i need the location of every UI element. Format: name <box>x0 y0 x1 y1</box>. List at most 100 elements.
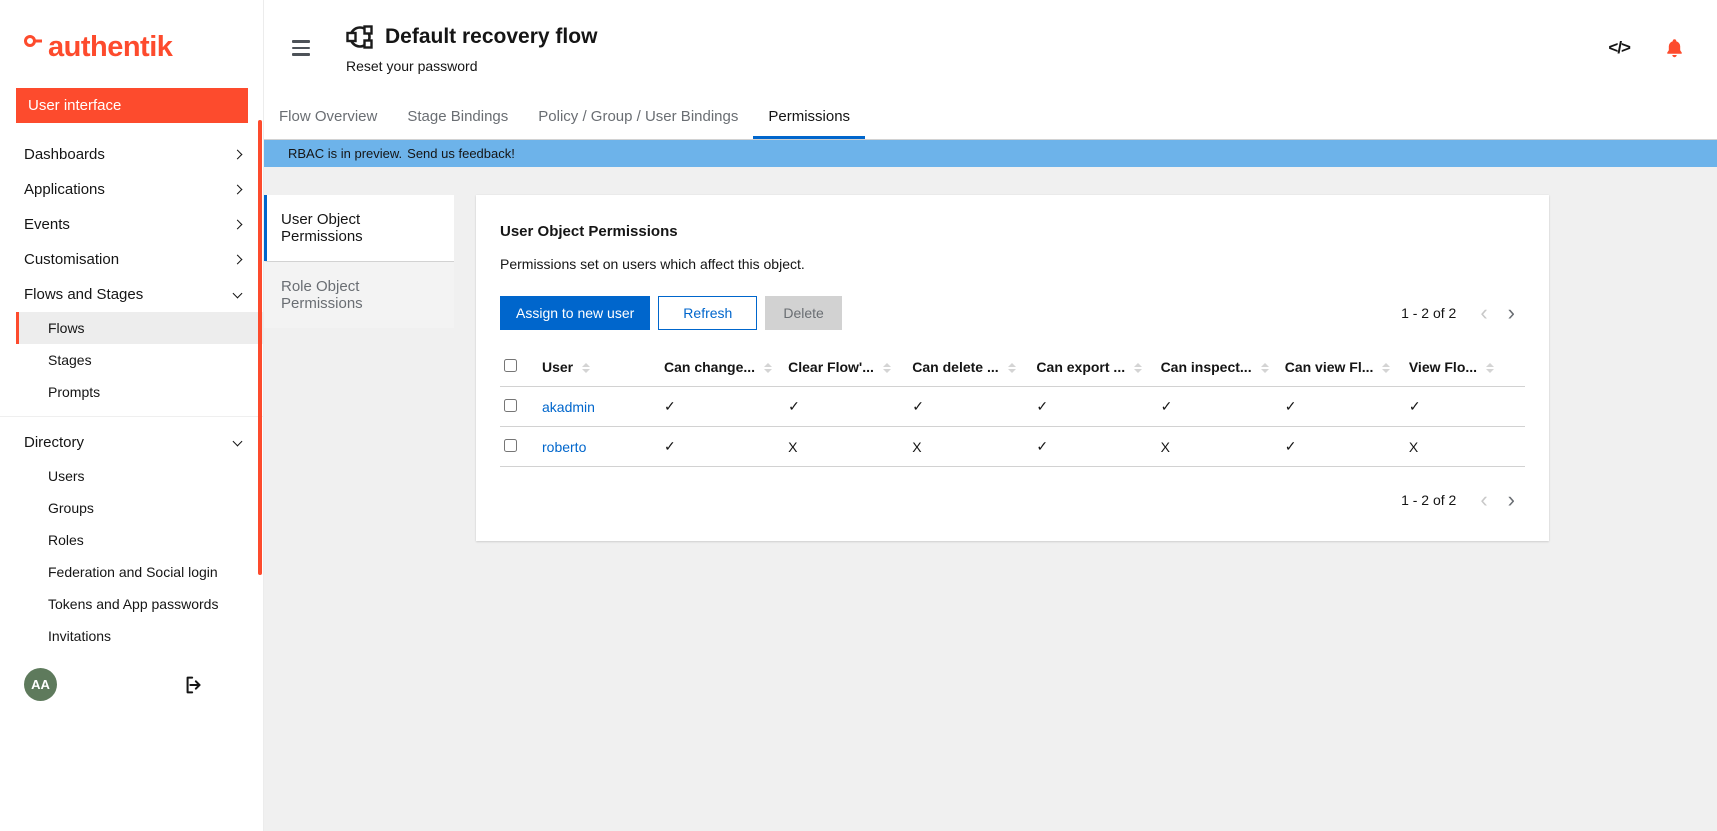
permission-value: X <box>1401 427 1525 467</box>
pagination-next-button[interactable]: › <box>1498 489 1525 511</box>
notification-bell-icon[interactable] <box>1664 37 1685 59</box>
column-header-clear-flow[interactable]: Clear Flow'... <box>780 348 904 387</box>
hamburger-menu-button[interactable] <box>288 34 314 62</box>
permission-value: ✓ <box>656 427 780 467</box>
sidebar-item-customisation[interactable]: Customisation <box>0 242 263 277</box>
sign-out-icon[interactable] <box>183 674 205 696</box>
user-interface-button[interactable]: User interface <box>16 88 248 123</box>
column-header-can-export[interactable]: Can export ... <box>1028 348 1152 387</box>
permission-value: ✓ <box>656 387 780 427</box>
pagination-bottom: 1 - 2 of 2 ‹ › <box>1401 489 1525 511</box>
sidebar-item-federation-social-login[interactable]: Federation and Social login <box>16 556 263 588</box>
refresh-button[interactable]: Refresh <box>658 296 757 330</box>
sidebar-subitem-label: Roles <box>48 532 84 548</box>
page-tabs: Flow Overview Stage Bindings Policy / Gr… <box>264 96 1717 140</box>
column-header-can-delete[interactable]: Can delete ... <box>904 348 1028 387</box>
sidebar-item-label: Customisation <box>24 251 119 268</box>
top-bar: Default recovery flow Reset your passwor… <box>264 0 1717 96</box>
sort-icon[interactable] <box>1486 363 1494 373</box>
sidebar-item-stages[interactable]: Stages <box>16 344 263 376</box>
sort-icon[interactable] <box>1261 363 1269 373</box>
pagination-label: 1 - 2 of 2 <box>1401 305 1456 321</box>
sidebar-subitem-label: Tokens and App passwords <box>48 596 218 612</box>
brand-logo-text: authentik <box>48 31 172 64</box>
chevron-right-icon <box>233 150 243 160</box>
permission-value: ✓ <box>1153 387 1277 427</box>
sidebar-scrollbar[interactable] <box>258 120 262 575</box>
sort-icon[interactable] <box>1134 363 1142 373</box>
sidebar-item-roles[interactable]: Roles <box>16 524 263 556</box>
permission-value: ✓ <box>1028 427 1152 467</box>
sort-icon[interactable] <box>883 363 891 373</box>
avatar[interactable]: AA <box>24 668 57 701</box>
authentik-logo-icon <box>22 32 46 62</box>
tab-policy-group-user-bindings[interactable]: Policy / Group / User Bindings <box>523 96 753 139</box>
row-checkbox[interactable] <box>504 399 517 412</box>
content-area: User Object Permissions Role Object Perm… <box>264 167 1717 831</box>
column-header-can-inspect[interactable]: Can inspect... <box>1153 348 1277 387</box>
column-header-can-change[interactable]: Can change... <box>656 348 780 387</box>
directory-group: Directory Users Groups Roles Federation … <box>0 416 263 652</box>
sort-icon[interactable] <box>1008 363 1016 373</box>
sidebar-footer: AA <box>0 660 263 709</box>
page-subtitle: Reset your password <box>346 58 597 74</box>
brand-logo[interactable]: authentik <box>0 0 263 64</box>
sidebar-item-flows-and-stages[interactable]: Flows and Stages <box>0 277 263 312</box>
tab-permissions[interactable]: Permissions <box>753 96 865 139</box>
sidebar-subitem-label: Groups <box>48 500 94 516</box>
pagination-prev-button[interactable]: ‹ <box>1470 489 1497 511</box>
column-header-can-view[interactable]: Can view Fl... <box>1277 348 1401 387</box>
sidebar-item-flows[interactable]: Flows <box>16 312 263 344</box>
sidebar-item-users[interactable]: Users <box>16 460 263 492</box>
sidebar-item-directory[interactable]: Directory <box>0 425 263 460</box>
permission-value: X <box>1153 427 1277 467</box>
vtab-role-object-permissions[interactable]: Role Object Permissions <box>264 261 454 328</box>
delete-button[interactable]: Delete <box>765 296 841 330</box>
sidebar-item-tokens-app-passwords[interactable]: Tokens and App passwords <box>16 588 263 620</box>
app-root: authentik User interface Dashboards Appl… <box>0 0 1717 831</box>
sidebar-item-dashboards[interactable]: Dashboards <box>0 137 263 172</box>
user-link-akadmin[interactable]: akadmin <box>542 399 595 415</box>
banner-feedback-link[interactable]: Send us feedback! <box>407 146 515 161</box>
page-title: Default recovery flow <box>385 25 597 49</box>
sidebar-item-groups[interactable]: Groups <box>16 492 263 524</box>
sidebar-subitem-label: Users <box>48 468 85 484</box>
pagination-top: 1 - 2 of 2 ‹ › <box>1401 302 1525 324</box>
vtab-user-object-permissions[interactable]: User Object Permissions <box>264 195 454 261</box>
sort-icon[interactable] <box>582 363 590 373</box>
sidebar: authentik User interface Dashboards Appl… <box>0 0 264 831</box>
main-area: Default recovery flow Reset your passwor… <box>264 0 1717 831</box>
tab-flow-overview[interactable]: Flow Overview <box>264 96 392 139</box>
sort-icon[interactable] <box>764 363 772 373</box>
toolbar: Assign to new user Refresh Delete 1 - 2 … <box>500 296 1525 330</box>
row-checkbox[interactable] <box>504 439 517 452</box>
column-header-user[interactable]: User <box>534 348 656 387</box>
table-row: akadmin ✓ ✓ ✓ ✓ ✓ ✓ ✓ <box>500 387 1525 427</box>
api-code-icon[interactable]: </> <box>1608 38 1630 58</box>
chevron-right-icon <box>233 255 243 265</box>
user-link-roberto[interactable]: roberto <box>542 439 586 455</box>
assign-to-new-user-button[interactable]: Assign to new user <box>500 296 650 330</box>
sidebar-item-invitations[interactable]: Invitations <box>16 620 263 652</box>
pagination-label: 1 - 2 of 2 <box>1401 492 1456 508</box>
flow-icon <box>346 23 374 51</box>
sort-icon[interactable] <box>1382 363 1390 373</box>
permission-value: ✓ <box>780 387 904 427</box>
sidebar-item-applications[interactable]: Applications <box>0 172 263 207</box>
pagination-prev-button[interactable]: ‹ <box>1470 302 1497 324</box>
tab-stage-bindings[interactable]: Stage Bindings <box>392 96 523 139</box>
sidebar-item-label: Directory <box>24 434 84 451</box>
permission-value: ✓ <box>1277 387 1401 427</box>
permission-value: X <box>904 427 1028 467</box>
sidebar-item-events[interactable]: Events <box>0 207 263 242</box>
chevron-right-icon <box>233 220 243 230</box>
sidebar-subitem-label: Stages <box>48 352 92 368</box>
permissions-table: User Can change... Clear Flow'... Can de… <box>500 348 1525 467</box>
topbar-icons: </> <box>1608 37 1685 59</box>
sidebar-item-label: Dashboards <box>24 146 105 163</box>
column-header-view-flow[interactable]: View Flo... <box>1401 348 1525 387</box>
sidebar-item-prompts[interactable]: Prompts <box>16 376 263 408</box>
select-all-checkbox[interactable] <box>504 359 517 372</box>
pagination-next-button[interactable]: › <box>1498 302 1525 324</box>
permission-value: ✓ <box>1028 387 1152 427</box>
